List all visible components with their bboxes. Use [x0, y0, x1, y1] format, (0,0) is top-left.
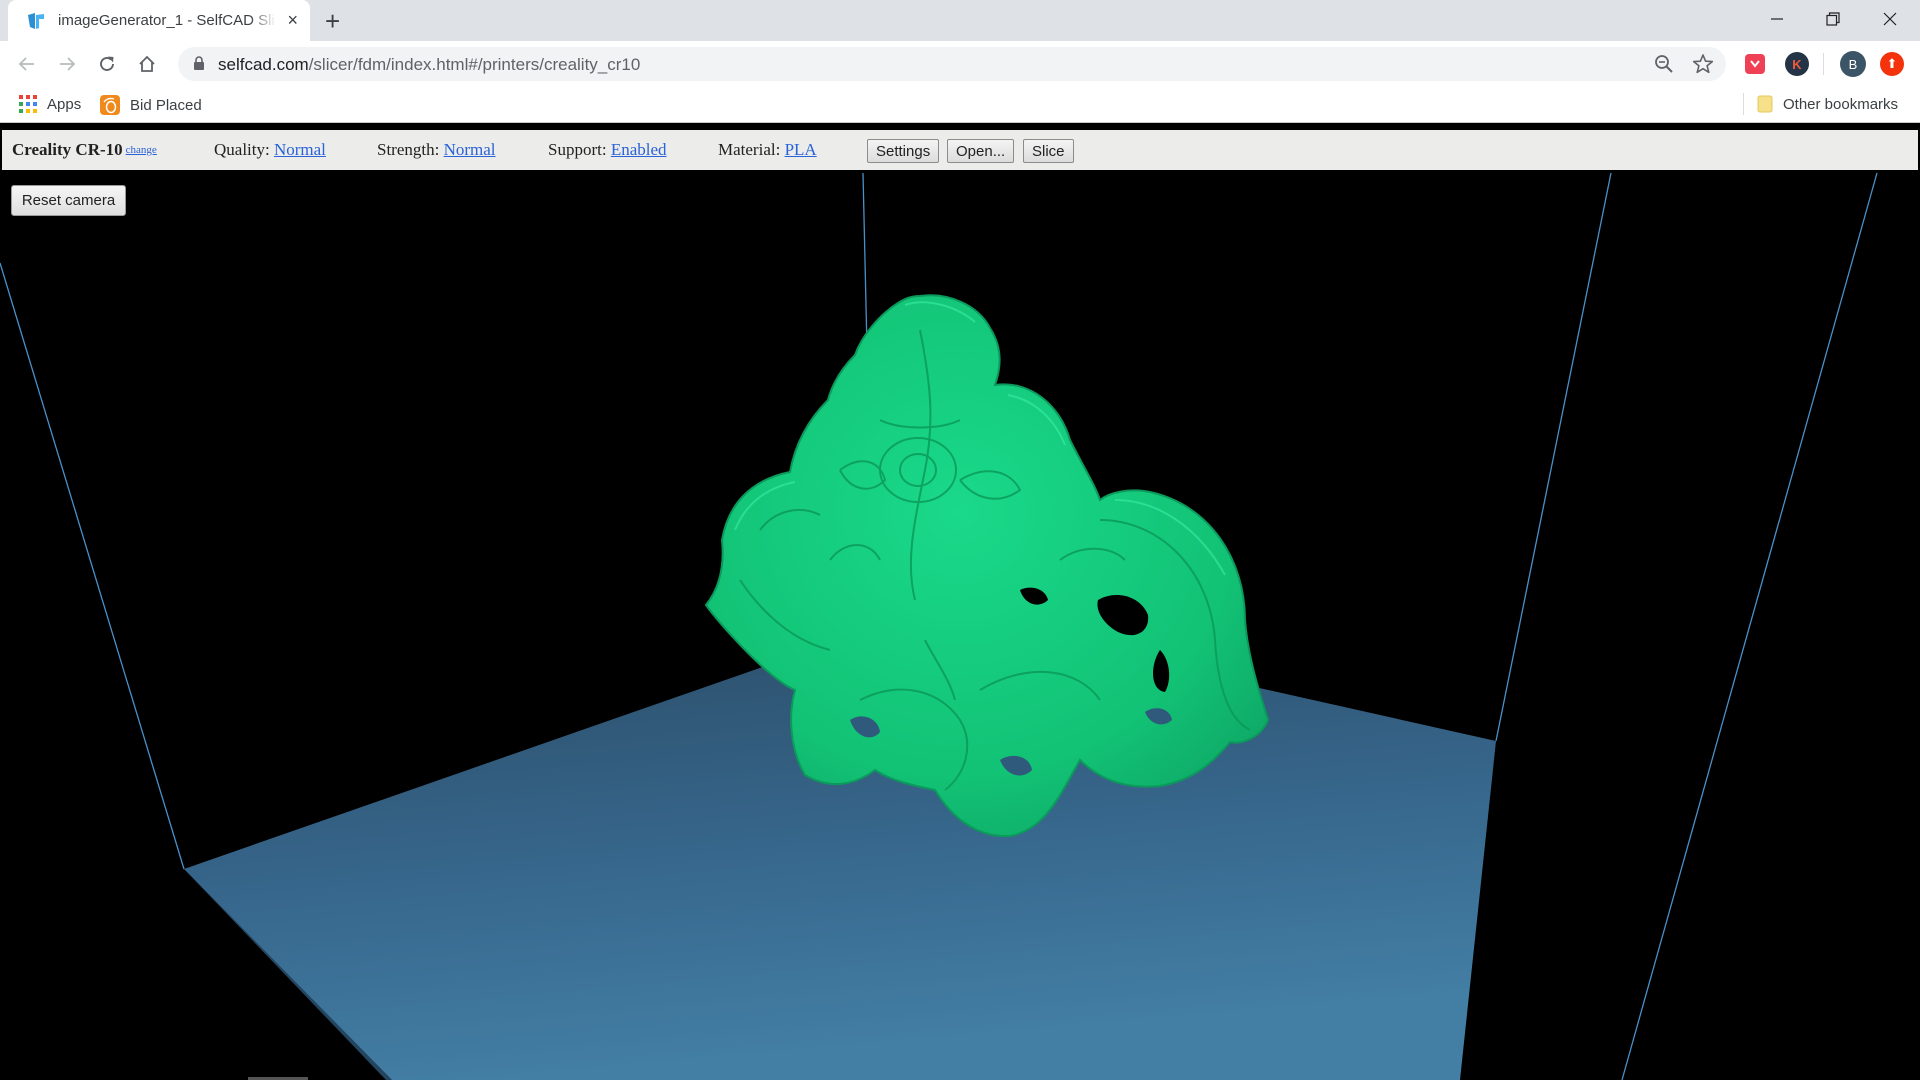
url-path: /slicer/fdm/index.html#/printers/crealit…: [308, 55, 641, 74]
back-arrow-icon: [18, 57, 34, 71]
zoom-out-icon[interactable]: [1654, 54, 1674, 74]
profile-avatar[interactable]: B: [1840, 51, 1866, 77]
quality-value-link[interactable]: Normal: [274, 140, 326, 159]
bid-placed-icon: [100, 95, 120, 115]
strength-setting: Strength: Normal: [377, 140, 496, 160]
reset-camera-button[interactable]: Reset camera: [11, 185, 126, 216]
reload-button[interactable]: [92, 49, 122, 79]
forward-arrow-icon: [60, 57, 76, 71]
strength-label: Strength:: [377, 140, 440, 159]
tab-title: imageGenerator_1 - SelfCAD Slicer: [58, 12, 276, 29]
k-extension-icon[interactable]: K: [1785, 52, 1809, 76]
close-icon: [1883, 12, 1897, 26]
apps-grid-icon: [19, 95, 37, 113]
printer-name: Creality CR-10: [12, 140, 123, 159]
slice-button[interactable]: Slice: [1023, 139, 1074, 163]
forward-button[interactable]: [52, 49, 82, 79]
other-bookmarks[interactable]: Other bookmarks: [1757, 95, 1898, 113]
slicer-viewport[interactable]: Creality CR-10 change Quality: Normal Str…: [0, 124, 1920, 1080]
material-setting: Material: PLA: [718, 140, 817, 160]
new-tab-button[interactable]: +: [325, 6, 340, 37]
support-value-link[interactable]: Enabled: [611, 140, 667, 159]
minimize-button[interactable]: [1754, 4, 1800, 34]
minimize-icon: [1771, 18, 1783, 20]
bookmark-label: Bid Placed: [130, 96, 202, 114]
bookmark-label: Apps: [47, 95, 82, 113]
printer-selection: Creality CR-10 change: [12, 140, 157, 160]
material-label: Material:: [718, 140, 781, 159]
other-bookmarks-label: Other bookmarks: [1783, 95, 1899, 113]
build-volume-edge-right: [1495, 172, 1612, 742]
tab-close-icon[interactable]: ×: [287, 10, 298, 31]
lock-icon: [194, 56, 204, 70]
material-value-link[interactable]: PLA: [785, 140, 817, 159]
build-volume-edge-front-right: [1621, 172, 1878, 1080]
browser-tab[interactable]: imageGenerator_1 - SelfCAD Slicer ×: [8, 0, 310, 41]
back-button[interactable]: [12, 49, 42, 79]
close-window-button[interactable]: [1867, 4, 1913, 34]
reload-icon: [100, 56, 114, 71]
address-bar[interactable]: selfcad.com/slicer/fdm/index.html#/print…: [178, 47, 1726, 81]
change-printer-link[interactable]: change: [126, 144, 157, 156]
url-host: selfcad.com: [218, 55, 309, 74]
strength-value-link[interactable]: Normal: [444, 140, 496, 159]
slicer-toolbar: Creality CR-10 change Quality: Normal Str…: [0, 128, 1920, 172]
url-text[interactable]: selfcad.com/slicer/fdm/index.html#/print…: [218, 55, 640, 75]
3d-scene[interactable]: [0, 124, 1920, 1080]
build-volume-edge-left: [0, 262, 185, 870]
pocket-icon[interactable]: [1745, 54, 1765, 74]
selfcad-favicon: [28, 12, 44, 29]
navigation-bar: selfcad.com/slicer/fdm/index.html#/print…: [0, 41, 1920, 87]
restore-button[interactable]: [1810, 4, 1856, 34]
open-button[interactable]: Open...: [947, 139, 1015, 163]
home-button[interactable]: [132, 49, 162, 79]
home-icon: [139, 55, 155, 72]
quality-setting: Quality: Normal: [214, 140, 326, 160]
tab-strip: imageGenerator_1 - SelfCAD Slicer × +: [0, 0, 1920, 41]
support-label: Support:: [548, 140, 607, 159]
bookmarks-divider: [1743, 93, 1744, 115]
update-icon[interactable]: ⬆: [1880, 52, 1904, 76]
bookmark-star-icon[interactable]: [1692, 53, 1714, 75]
bookmark-apps[interactable]: Apps: [19, 95, 81, 113]
quality-label: Quality:: [214, 140, 270, 159]
toolbar-divider: [1823, 53, 1824, 75]
build-volume-edge-back: [862, 172, 868, 350]
folder-icon: [1757, 95, 1773, 113]
pocket-chevron-icon: [1750, 60, 1760, 68]
restore-icon: [1826, 12, 1840, 26]
support-setting: Support: Enabled: [548, 140, 667, 160]
bookmark-bid-placed[interactable]: Bid Placed: [100, 95, 202, 115]
bookmarks-bar: Apps Bid Placed Other bookmarks: [0, 87, 1920, 123]
settings-button[interactable]: Settings: [867, 139, 940, 163]
